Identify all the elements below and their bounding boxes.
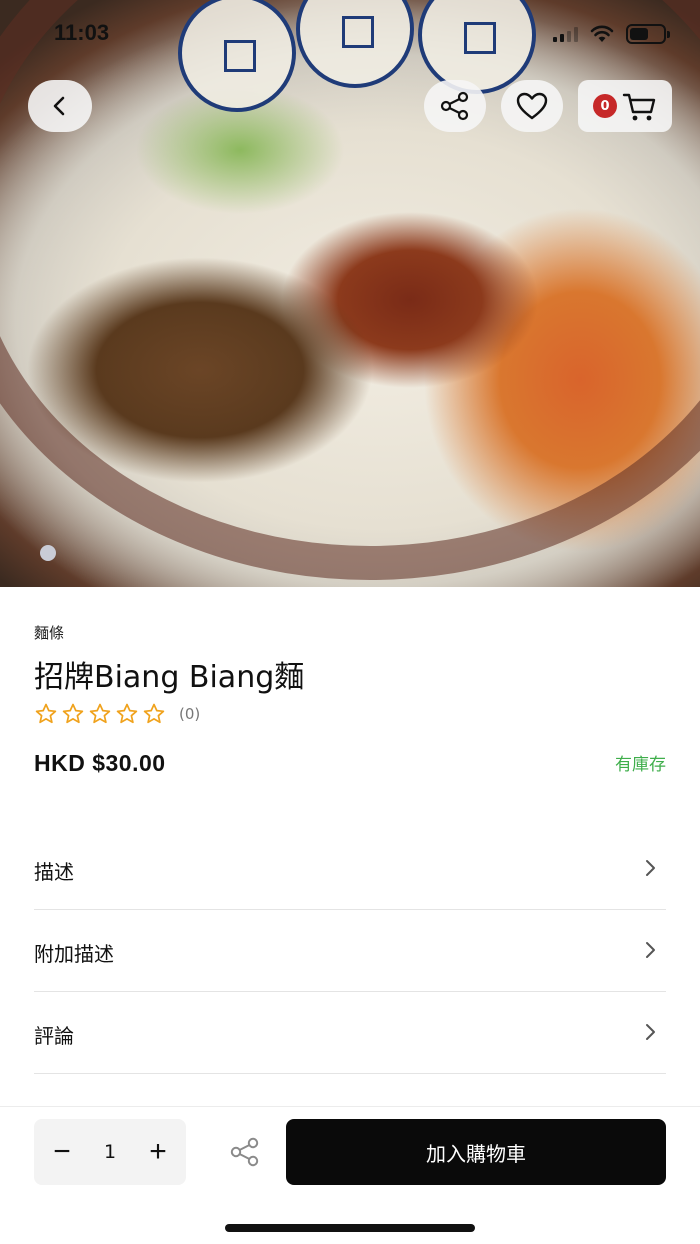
- favorite-button[interactable]: [501, 80, 563, 132]
- section-label: 附加描述: [34, 942, 114, 966]
- section-description[interactable]: 描述: [34, 828, 666, 910]
- product-title: 招牌Biang Biang麵: [34, 660, 305, 695]
- bottom-bar-divider: [0, 1106, 700, 1107]
- stock-status: 有庫存: [615, 755, 666, 775]
- star-icon: [35, 703, 57, 724]
- product-rating[interactable]: (0): [34, 702, 200, 726]
- back-icon: [53, 96, 65, 116]
- chevron-right-icon: [646, 860, 655, 876]
- increase-quantity-button[interactable]: +: [146, 1137, 170, 1167]
- quantity-stepper: − 1 +: [34, 1119, 186, 1185]
- star-icon: [143, 703, 165, 724]
- chevron-right-icon: [646, 942, 655, 958]
- section-reviews[interactable]: 評論: [34, 992, 666, 1074]
- section-additional-description[interactable]: 附加描述: [34, 910, 666, 992]
- signal-icon: [553, 26, 578, 42]
- section-label: 描述: [34, 860, 74, 884]
- status-icons: [553, 24, 670, 44]
- heart-icon: [516, 92, 548, 120]
- battery-icon: [626, 24, 670, 44]
- decrease-quantity-button[interactable]: −: [50, 1137, 74, 1167]
- section-label: 評論: [34, 1024, 74, 1048]
- add-to-cart-button[interactable]: 加入購物車: [286, 1119, 666, 1185]
- carousel-indicator[interactable]: [40, 545, 56, 561]
- cart-button[interactable]: 0: [578, 80, 672, 132]
- star-icon: [116, 703, 138, 724]
- product-price: HKD $30.00: [34, 750, 166, 776]
- share-icon[interactable]: [229, 1136, 261, 1168]
- product-category: 麵條: [34, 624, 65, 642]
- rating-count: (0): [179, 705, 201, 723]
- home-indicator: [225, 1224, 475, 1232]
- chevron-right-icon: [646, 1024, 655, 1040]
- share-icon: [440, 91, 469, 121]
- star-icon: [62, 703, 84, 724]
- star-icon: [89, 703, 111, 724]
- quantity-value: 1: [103, 1141, 117, 1163]
- wifi-icon: [590, 25, 614, 42]
- share-button[interactable]: [424, 80, 486, 132]
- cart-count-badge: 0: [593, 94, 617, 118]
- back-button[interactable]: [28, 80, 92, 132]
- status-time: 11:03: [54, 20, 110, 45]
- status-bar: 11:03: [0, 18, 700, 52]
- cart-icon: [622, 93, 656, 121]
